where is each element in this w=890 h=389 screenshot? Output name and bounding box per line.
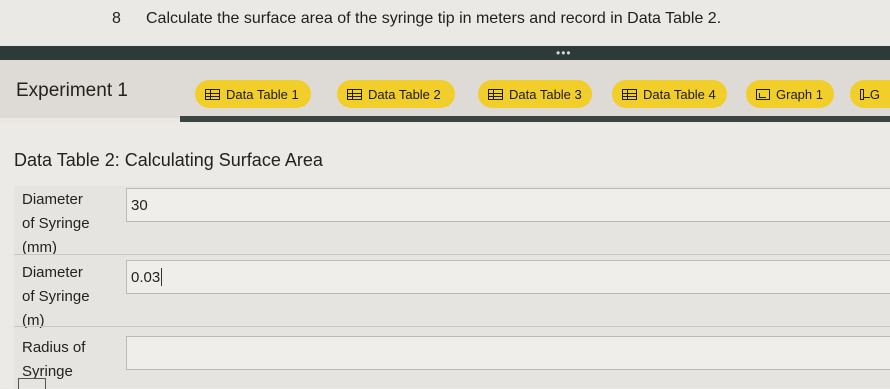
table-icon	[488, 88, 503, 100]
label-line: (mm)	[22, 239, 57, 256]
chart-icon	[860, 88, 870, 100]
row-divider	[14, 326, 890, 327]
tab-label: Graph 1	[776, 86, 823, 102]
tab-bar: Experiment 1 Data Table 1 Data Table 2 D…	[0, 60, 890, 118]
tab-data-table-3[interactable]: Data Table 3	[478, 80, 592, 108]
row-label-diameter-mm: Diameter of Syringe (mm)	[22, 188, 90, 260]
table-icon	[205, 88, 220, 100]
partial-box-icon	[18, 378, 46, 389]
text-caret	[161, 268, 163, 286]
tab-label: Data Table 3	[509, 86, 582, 102]
tab-data-table-2[interactable]: Data Table 2	[337, 80, 455, 108]
divider-bar	[0, 46, 890, 60]
radius-input[interactable]	[126, 336, 890, 370]
tab-graph-2[interactable]: G	[850, 80, 890, 108]
question-block: 8 Calculate the surface area of the syri…	[0, 0, 890, 44]
data-table: Diameter of Syringe (mm) 30 Diameter of …	[14, 186, 890, 389]
tab-label: Data Table 4	[643, 86, 716, 102]
diameter-mm-input[interactable]: 30	[126, 188, 890, 222]
row-label-diameter-m: Diameter of Syringe (m)	[22, 261, 90, 333]
table-icon	[622, 88, 637, 100]
table-icon	[347, 88, 362, 100]
label-line: Diameter	[22, 264, 83, 281]
more-dots-icon[interactable]: •••	[556, 47, 572, 59]
diameter-m-input[interactable]: 0.03	[126, 260, 890, 294]
field-value: 30	[131, 196, 148, 214]
row-label-radius: Radius of Syringe	[22, 336, 85, 384]
row-divider	[14, 254, 890, 255]
tab-graph-1[interactable]: Graph 1	[746, 80, 834, 108]
tab-label: Data Table 1	[226, 86, 299, 102]
question-number: 8	[112, 10, 121, 27]
label-line: Radius of	[22, 339, 86, 356]
experiment-title: Experiment 1	[16, 80, 128, 101]
tab-data-table-4[interactable]: Data Table 4	[612, 80, 727, 108]
label-line: of Syringe	[22, 288, 90, 305]
label-line: Diameter	[22, 191, 83, 208]
tab-label: Data Table 2	[368, 86, 441, 102]
data-table-title: Data Table 2: Calculating Surface Area	[14, 150, 323, 170]
chart-icon	[756, 88, 770, 100]
question-text: Calculate the surface area of the syring…	[146, 10, 722, 27]
label-line: (m)	[22, 312, 45, 329]
label-line: of Syringe	[22, 215, 90, 232]
field-value: 0.03	[131, 268, 161, 286]
tab-label: G	[869, 86, 880, 102]
data-table-section: Data Table 2: Calculating Surface Area D…	[0, 122, 890, 389]
tab-data-table-1[interactable]: Data Table 1	[195, 80, 311, 108]
